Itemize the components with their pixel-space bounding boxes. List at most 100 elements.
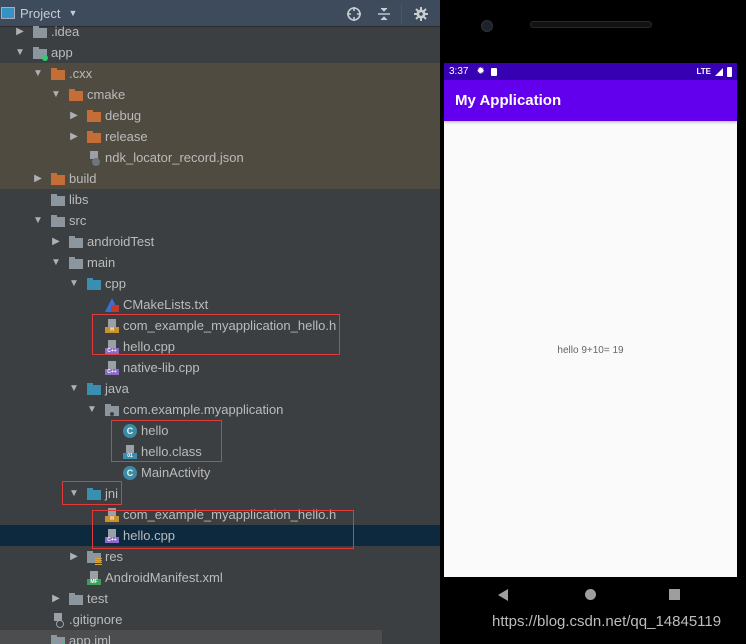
- expand-arrow-right-icon[interactable]: ▶: [14, 26, 26, 37]
- tree-item[interactable]: ▶01hello.class: [0, 441, 440, 462]
- tree-item[interactable]: ▶C++native-lib.cpp: [0, 357, 440, 378]
- expand-arrow-right-icon[interactable]: ▶: [50, 593, 62, 604]
- speaker-grille: [530, 21, 652, 28]
- tree-item[interactable]: ▼ jni: [0, 483, 440, 504]
- tree-item[interactable]: ▶CMainActivity: [0, 462, 440, 483]
- tree-item-label: test: [87, 591, 108, 606]
- tree-item-label: app: [51, 45, 73, 60]
- tree-item-label: release: [105, 129, 148, 144]
- resources-folder-icon: [86, 550, 102, 565]
- tree-item[interactable]: ▼ main: [0, 252, 440, 273]
- tree-item-label: com_example_myapplication_hello.h: [123, 318, 337, 333]
- project-view-selector[interactable]: Project: [20, 6, 60, 21]
- tree-item-label: com_example_myapplication_hello.h: [123, 507, 337, 522]
- expand-arrow-down-icon[interactable]: ▼: [86, 404, 98, 415]
- class-file-icon: 01: [122, 444, 138, 459]
- tree-item[interactable]: ▼ src: [0, 210, 440, 231]
- expand-arrow-down-icon[interactable]: ▼: [14, 47, 26, 58]
- tree-item[interactable]: ▶Hcom_example_myapplication_hello.h: [0, 315, 440, 336]
- settings-notification-icon: ✹: [476, 66, 485, 77]
- tree-item-label: debug: [105, 108, 142, 123]
- folder-icon: [32, 25, 48, 39]
- cpp-file-icon: C++: [104, 339, 120, 354]
- expand-arrow-down-icon[interactable]: ▼: [68, 278, 80, 289]
- expand-arrow-down-icon[interactable]: ▼: [32, 215, 44, 226]
- header-file-icon: H: [104, 507, 120, 522]
- java-class-icon: C: [122, 465, 138, 480]
- tree-item[interactable]: ▶Hcom_example_myapplication_hello.h: [0, 504, 440, 525]
- cmake-file-icon: [104, 297, 120, 312]
- tree-item[interactable]: ▶ndk_locator_record.json: [0, 147, 440, 168]
- chevron-down-icon[interactable]: ▼: [68, 8, 77, 18]
- tree-item[interactable]: ▼ com.example.myapplication: [0, 399, 440, 420]
- tree-item[interactable]: ▶ res: [0, 546, 440, 567]
- tree-item[interactable]: ▼ cpp: [0, 273, 440, 294]
- project-tool-window: Project ▼ ▶ .idea ▼ app ▼ .cxx ▼ cmake ▶ debug ▶ re…: [0, 0, 440, 644]
- tree-item-label: cpp: [105, 276, 126, 291]
- expand-arrow-right-icon[interactable]: ▶: [32, 173, 44, 184]
- network-type: LTE: [696, 67, 711, 76]
- tree-item[interactable]: ▶MFAndroidManifest.xml: [0, 567, 440, 588]
- tree-item[interactable]: ▶ androidTest: [0, 231, 440, 252]
- gitignore-file-icon: [50, 612, 66, 628]
- excluded-folder-icon: [68, 88, 84, 102]
- package-icon: [104, 403, 120, 417]
- tree-item-label: native-lib.cpp: [123, 360, 200, 375]
- expand-arrow-down-icon[interactable]: ▼: [50, 89, 62, 100]
- tree-item[interactable]: ▶Chello: [0, 420, 440, 441]
- tree-item[interactable]: ▶ release: [0, 126, 440, 147]
- tree-item-label: cmake: [87, 87, 126, 102]
- project-tree: ▶ .idea ▼ app ▼ .cxx ▼ cmake ▶ debug ▶ release ▶ndk_…: [0, 21, 440, 644]
- java-class-icon: C: [122, 423, 138, 438]
- tree-item[interactable]: ▶ debug: [0, 105, 440, 126]
- signal-icon: [715, 67, 723, 76]
- back-icon[interactable]: [498, 589, 508, 601]
- tree-item[interactable]: ▶C++hello.cpp: [0, 525, 440, 546]
- app-content: hello 9+10= 19: [444, 121, 737, 577]
- expand-arrow-down-icon[interactable]: ▼: [68, 488, 80, 499]
- battery-icon: [727, 66, 732, 77]
- tree-item[interactable]: ▶ .idea: [0, 21, 440, 42]
- tree-item-label: build: [69, 171, 97, 186]
- tree-item[interactable]: ▶.gitignore: [0, 609, 440, 630]
- tree-item[interactable]: ▶libs: [0, 189, 440, 210]
- expand-arrow-right-icon[interactable]: ▶: [68, 110, 80, 121]
- tree-item[interactable]: ▼ .cxx: [0, 63, 440, 84]
- excluded-folder-icon: [50, 67, 66, 81]
- expand-arrow-down-icon[interactable]: ▼: [68, 383, 80, 394]
- app-title: My Application: [455, 92, 562, 109]
- cpp-file-icon: C++: [104, 528, 120, 543]
- tree-item-label: .gitignore: [69, 612, 123, 627]
- app-bar: My Application: [444, 80, 737, 121]
- device-screen: 3:37 ✹ LTE My Application hello 9+10= 19: [444, 63, 737, 577]
- tree-item[interactable]: ▼ java: [0, 378, 440, 399]
- tree-item-label: main: [87, 255, 116, 270]
- folder-icon: [68, 256, 84, 270]
- tree-item-label: AndroidManifest.xml: [105, 570, 223, 585]
- module-folder-icon: [32, 46, 48, 61]
- header-file-icon: H: [104, 318, 120, 333]
- tree-item[interactable]: ▼ cmake: [0, 84, 440, 105]
- expand-arrow-right-icon[interactable]: ▶: [68, 131, 80, 142]
- tree-item[interactable]: ▼ app: [0, 42, 440, 63]
- tree-item[interactable]: ▶app.iml: [0, 630, 382, 644]
- expand-arrow-down-icon[interactable]: ▼: [50, 257, 62, 268]
- tree-item[interactable]: ▶C++hello.cpp: [0, 336, 440, 357]
- recents-icon[interactable]: [669, 589, 680, 600]
- expand-arrow-down-icon[interactable]: ▼: [32, 68, 44, 79]
- tree-item[interactable]: ▶CMakeLists.txt: [0, 294, 440, 315]
- tree-item[interactable]: ▶ test: [0, 588, 440, 609]
- home-icon[interactable]: [585, 589, 596, 600]
- tree-item-label: .cxx: [69, 66, 93, 81]
- tree-item-label: hello: [141, 423, 169, 438]
- status-time: 3:37: [449, 66, 469, 77]
- folder-icon: [68, 592, 84, 606]
- tree-item-label: java: [105, 381, 129, 396]
- source-folder-icon: [86, 382, 102, 396]
- tree-item[interactable]: ▶ build: [0, 168, 440, 189]
- tree-item-label: src: [69, 213, 87, 228]
- source-folder-icon: [86, 487, 102, 501]
- expand-arrow-right-icon[interactable]: ▶: [50, 236, 62, 247]
- tree-item-label: .idea: [51, 24, 80, 39]
- expand-arrow-right-icon[interactable]: ▶: [68, 551, 80, 562]
